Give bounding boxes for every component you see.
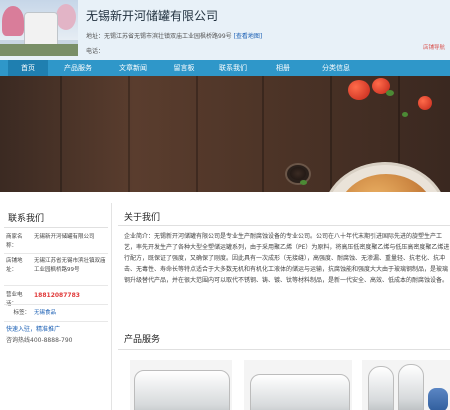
- nav-item-album[interactable]: 相册: [266, 60, 300, 76]
- store-address-label: 店铺地址：: [6, 258, 23, 273]
- nav-item-messages[interactable]: 留言板: [164, 60, 204, 76]
- product-image-1[interactable]: [130, 360, 232, 410]
- site-header: 无锡新开河储罐有限公司 地址：无锡江苏省无锡市滨壮镇双庙工业园枫桥路99号 [查…: [0, 0, 450, 60]
- nav-item-news[interactable]: 文章新闻: [110, 60, 156, 76]
- store-nav-link[interactable]: 店铺导航: [423, 43, 445, 51]
- store-address-value: 无锡江苏省无锡市滨壮镇双庙工业园枫桥路99号: [34, 258, 106, 273]
- company-name: 无锡新开河储罐有限公司: [86, 9, 219, 23]
- contact-sidebar: 联系我们 商家名称： 无锡新开河储罐有限公司 店铺地址： 无锡江苏省无锡市滨壮镇…: [0, 203, 112, 410]
- quick-join-link[interactable]: 快速入驻，精准推广: [6, 324, 60, 333]
- contact-phone: 营业电话： 18812087783: [6, 291, 110, 307]
- header-phone-label: 电话：: [86, 48, 105, 55]
- about-title: 关于我们: [124, 213, 161, 223]
- header-address: 地址：无锡江苏省无锡市滨壮镇双庙工业园枫桥路99号 [查看地图]: [86, 31, 262, 40]
- tag-label: 标签：: [13, 310, 30, 316]
- about-text: 企业简介：无锡新开河储罐有限公司是专业生产耐腐蚀设备的专业公司。公司在八十年代末…: [124, 233, 450, 284]
- store-logo-image[interactable]: [0, 0, 78, 56]
- main-nav: 首页 产品服务 文章新闻 留言板 联系我们 相册 分类信息: [0, 60, 450, 76]
- company-label: 商家名称：: [6, 234, 23, 249]
- hotline-text: 咨询热线400-8888-790: [6, 337, 73, 344]
- nav-item-products[interactable]: 产品服务: [55, 60, 101, 76]
- product-image-3[interactable]: [362, 360, 450, 410]
- contact-title: 联系我们: [8, 214, 45, 224]
- nav-item-classifieds[interactable]: 分类信息: [313, 60, 359, 76]
- address-label: 地址：: [86, 33, 105, 40]
- products-title: 产品服务: [124, 335, 161, 345]
- contact-tag: 标签： 无锡食品: [6, 309, 110, 319]
- tag-value[interactable]: 无锡食品: [34, 309, 108, 318]
- contact-address: 店铺地址： 无锡江苏省无锡市滨壮镇双庙工业园枫桥路99号: [6, 257, 110, 287]
- product-image-2[interactable]: [244, 360, 352, 410]
- company-value: 无锡新开河储罐有限公司: [34, 234, 95, 240]
- phone-value[interactable]: 18812087783: [34, 291, 108, 300]
- contact-company: 商家名称： 无锡新开河储罐有限公司: [6, 233, 110, 253]
- nav-item-contact[interactable]: 联系我们: [212, 60, 254, 76]
- view-map-link[interactable]: [查看地图]: [234, 33, 263, 40]
- nav-item-home[interactable]: 首页: [8, 60, 48, 76]
- phone-label: 营业电话：: [6, 292, 23, 307]
- main-content: 关于我们 企业简介：无锡新开河储罐有限公司是专业生产耐腐蚀设备的专业公司。公司在…: [118, 203, 450, 410]
- banner-image: [0, 76, 450, 192]
- address-value: 无锡江苏省无锡市滨壮镇双庙工业园枫桥路99号: [104, 33, 232, 40]
